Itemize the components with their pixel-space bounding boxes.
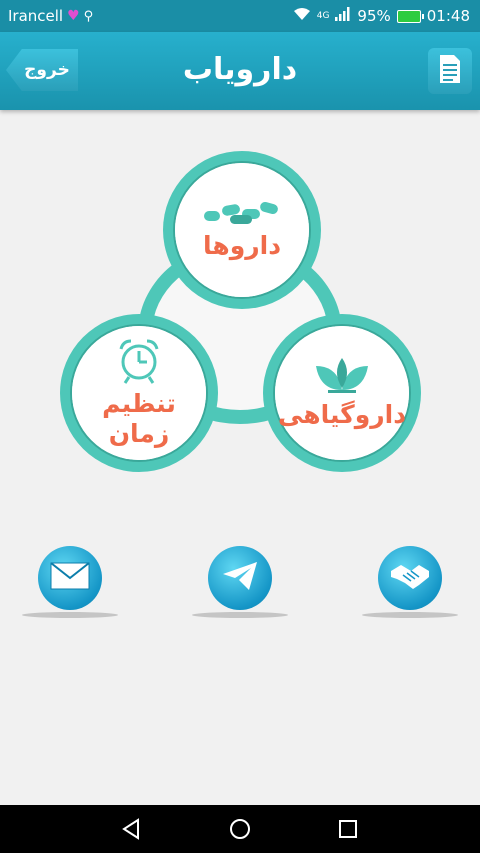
time-label-line1: تنظیم [102,389,176,418]
navigation-bar [0,805,480,853]
status-bar: Irancell ♥ ⚲ 4G 95% 01:48 [0,0,480,32]
document-button[interactable] [428,48,472,94]
document-icon [439,54,461,88]
telegram-icon [221,560,259,596]
recents-nav-icon[interactable] [336,817,360,841]
herbal-medicine-menu-button[interactable]: داروگیاهی [263,314,421,472]
mail-button[interactable] [38,546,102,610]
carrier-name: Irancell [8,7,64,25]
app-title: دارویاب [182,52,298,87]
time-setting-menu-button[interactable]: تنظیم زمان [60,314,218,472]
handshake-icon [389,561,431,595]
handshake-button-shadow [362,612,458,618]
battery-percent: 95% [357,7,391,25]
back-nav-icon[interactable] [120,817,144,841]
telegram-button[interactable] [208,546,272,610]
app-header: خروج دارویاب [0,32,480,110]
exit-button[interactable]: خروج [6,49,78,91]
clock-time: 01:48 [426,7,470,25]
drugs-label: داروها [202,231,282,260]
drugs-menu-button[interactable]: داروها [163,151,321,309]
exit-label: خروج [24,60,70,80]
heart-icon: ♥ [67,8,80,24]
home-nav-icon[interactable] [228,817,252,841]
network-type: 4G [316,11,330,21]
herbal-label: داروگیاهی [277,400,407,429]
mail-button-shadow [22,612,118,618]
battery-icon [396,9,424,23]
usb-icon: ⚲ [83,8,94,24]
alarm-clock-icon [117,337,161,389]
leaf-icon [310,356,374,400]
mail-icon [50,562,90,594]
wifi-icon [293,7,311,25]
time-label-line2: زمان [108,419,170,448]
telegram-button-shadow [192,612,288,618]
handshake-button[interactable] [378,546,442,610]
pills-icon [202,199,282,231]
signal-icon [335,7,351,25]
